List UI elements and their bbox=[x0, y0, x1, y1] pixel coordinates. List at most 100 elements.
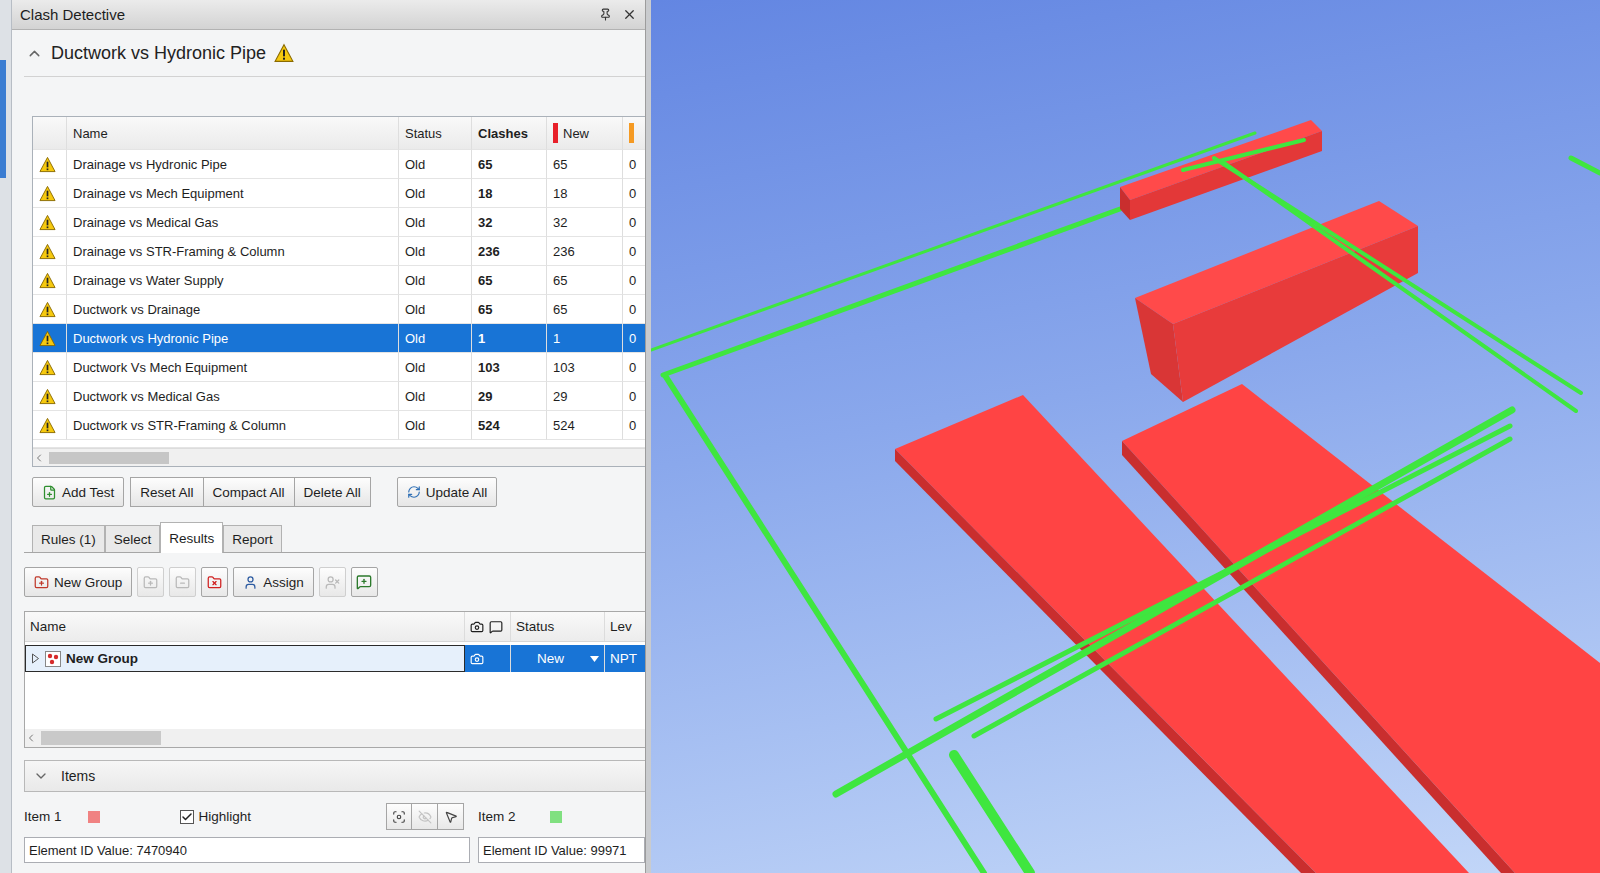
test-header[interactable]: Ductwork vs Hydronic Pipe bbox=[24, 30, 645, 77]
duct-right[interactable] bbox=[1122, 384, 1600, 873]
warning-icon bbox=[39, 156, 56, 173]
test-status: Old bbox=[399, 382, 472, 411]
scroll-thumb[interactable] bbox=[49, 452, 169, 464]
duct-middle[interactable] bbox=[1135, 201, 1418, 402]
table-row[interactable]: Ductwork vs DrainageOld65650 bbox=[33, 295, 645, 324]
test-active: 0 bbox=[623, 353, 645, 382]
element-id-field[interactable]: Element ID Value: 99971 bbox=[478, 837, 645, 863]
items-header[interactable]: Items bbox=[24, 760, 645, 792]
add-test-button[interactable]: Add Test bbox=[32, 477, 124, 507]
test-name: Drainage vs Hydronic Pipe bbox=[67, 150, 399, 179]
viewport[interactable] bbox=[651, 0, 1600, 873]
test-name: Drainage vs Water Supply bbox=[67, 266, 399, 295]
test-clashes: 29 bbox=[472, 382, 547, 411]
test-status: Old bbox=[399, 411, 472, 440]
test-clashes: 32 bbox=[472, 208, 547, 237]
toolbar-icon-button[interactable] bbox=[319, 567, 346, 597]
warning-icon bbox=[39, 214, 56, 231]
result-name[interactable]: New Group bbox=[25, 645, 465, 672]
test-status: Old bbox=[399, 208, 472, 237]
tab[interactable]: Report bbox=[223, 525, 282, 552]
toolbar-icon-button[interactable] bbox=[201, 567, 228, 597]
scroll-left-icon[interactable] bbox=[25, 732, 37, 744]
horizontal-scrollbar[interactable] bbox=[25, 729, 645, 747]
test-name: Ductwork vs Drainage bbox=[67, 295, 399, 324]
tab[interactable]: Select bbox=[105, 525, 161, 552]
model-viewport[interactable] bbox=[651, 0, 1600, 873]
expand-icon[interactable] bbox=[33, 768, 49, 784]
item-tool-button[interactable] bbox=[438, 803, 464, 830]
toolbar-icon-button[interactable] bbox=[137, 567, 164, 597]
collapse-icon[interactable] bbox=[26, 45, 43, 62]
item-label: Item 1 bbox=[24, 809, 62, 824]
update-all-button[interactable]: Update All bbox=[397, 477, 498, 507]
result-level: NPT bbox=[605, 645, 646, 672]
item-tool-button[interactable] bbox=[386, 803, 412, 830]
table-row[interactable]: Drainage vs Hydronic PipeOld65650 bbox=[33, 150, 645, 179]
table-row[interactable]: Ductwork vs STR-Framing & ColumnOld52452… bbox=[33, 411, 645, 440]
table-row[interactable]: Ductwork Vs Mech EquipmentOld1031030 bbox=[33, 353, 645, 382]
pipes-lower[interactable] bbox=[666, 377, 1512, 873]
pipes-upper[interactable] bbox=[651, 133, 1255, 375]
clash-detective-panel: Clash DetectiveDuctwork vs Hydronic Pipe… bbox=[12, 0, 646, 873]
column-header[interactable]: Status bbox=[399, 117, 472, 150]
pipes-top[interactable] bbox=[1183, 140, 1600, 411]
warning-icon bbox=[39, 388, 56, 405]
hide-icon bbox=[418, 810, 432, 824]
test-active: 0 bbox=[623, 179, 645, 208]
item-values: Element ID Value: 7470940 Element ID Valu… bbox=[24, 837, 645, 863]
delete-all-button[interactable]: Delete All bbox=[295, 477, 371, 507]
highlight-checkbox[interactable]: Highlight bbox=[180, 809, 252, 824]
warning-icon bbox=[39, 272, 56, 289]
test-new: 18 bbox=[547, 179, 623, 208]
expand-icon[interactable] bbox=[31, 653, 40, 664]
scroll-thumb[interactable] bbox=[41, 731, 161, 745]
table-row[interactable]: Drainage vs Mech EquipmentOld18180 bbox=[33, 179, 645, 208]
test-clashes: 65 bbox=[472, 266, 547, 295]
result-row[interactable]: New Group NewNPT bbox=[25, 645, 645, 672]
toolbar-button[interactable]: Assign bbox=[233, 567, 314, 597]
table-row[interactable]: Ductwork vs Medical GasOld29290 bbox=[33, 382, 645, 411]
test-clashes: 18 bbox=[472, 179, 547, 208]
element-id-field[interactable]: Element ID Value: 7470940 bbox=[24, 837, 470, 863]
table-row[interactable]: Drainage vs STR-Framing & ColumnOld23623… bbox=[33, 237, 645, 266]
tab[interactable]: Rules (1) bbox=[32, 525, 105, 552]
compact-all-button[interactable]: Compact All bbox=[204, 477, 295, 507]
column-header[interactable]: Name bbox=[67, 117, 399, 150]
test-active: 0 bbox=[623, 150, 645, 179]
toolbar-icon-button[interactable] bbox=[169, 567, 196, 597]
column-header[interactable]: Clashes bbox=[472, 117, 547, 150]
toolbar-icon-button[interactable] bbox=[351, 567, 378, 597]
result-status[interactable]: New bbox=[511, 645, 605, 672]
tab[interactable]: Results bbox=[160, 522, 223, 553]
check-icon bbox=[181, 811, 193, 823]
close-icon[interactable] bbox=[622, 7, 637, 22]
column-header[interactable]: Name bbox=[25, 612, 465, 641]
checkbox[interactable] bbox=[180, 810, 194, 824]
column-header[interactable]: Lev bbox=[605, 612, 646, 641]
pin-icon[interactable] bbox=[599, 8, 612, 21]
viewpoint-icon[interactable] bbox=[470, 652, 484, 666]
table-row[interactable]: Ductwork vs Hydronic PipeOld110 bbox=[33, 324, 645, 353]
test-active: 0 bbox=[623, 411, 645, 440]
test-new: 1 bbox=[547, 324, 623, 353]
test-name: Ductwork vs Hydronic Pipe bbox=[67, 324, 399, 353]
table-row[interactable]: Drainage vs Water SupplyOld65650 bbox=[33, 266, 645, 295]
column-color-bar bbox=[629, 123, 634, 143]
test-new: 524 bbox=[547, 411, 623, 440]
column-header[interactable]: New bbox=[547, 117, 623, 150]
duct-small[interactable] bbox=[1120, 120, 1322, 220]
toolbar-button[interactable]: New Group bbox=[24, 567, 132, 597]
item-tool-button[interactable] bbox=[412, 803, 438, 830]
test-clashes: 1 bbox=[472, 324, 547, 353]
item-color-swatch bbox=[88, 811, 100, 823]
dock-tab[interactable] bbox=[0, 60, 6, 178]
title-bar: Clash Detective bbox=[12, 0, 645, 30]
reset-all-button[interactable]: Reset All bbox=[130, 477, 203, 507]
horizontal-scrollbar[interactable] bbox=[33, 448, 645, 466]
column-header[interactable]: Status bbox=[511, 612, 605, 641]
table-row[interactable]: Drainage vs Medical GasOld32320 bbox=[33, 208, 645, 237]
dropdown-arrow-icon[interactable] bbox=[590, 656, 599, 662]
scroll-left-icon[interactable] bbox=[33, 452, 45, 464]
column-header[interactable] bbox=[623, 117, 645, 150]
